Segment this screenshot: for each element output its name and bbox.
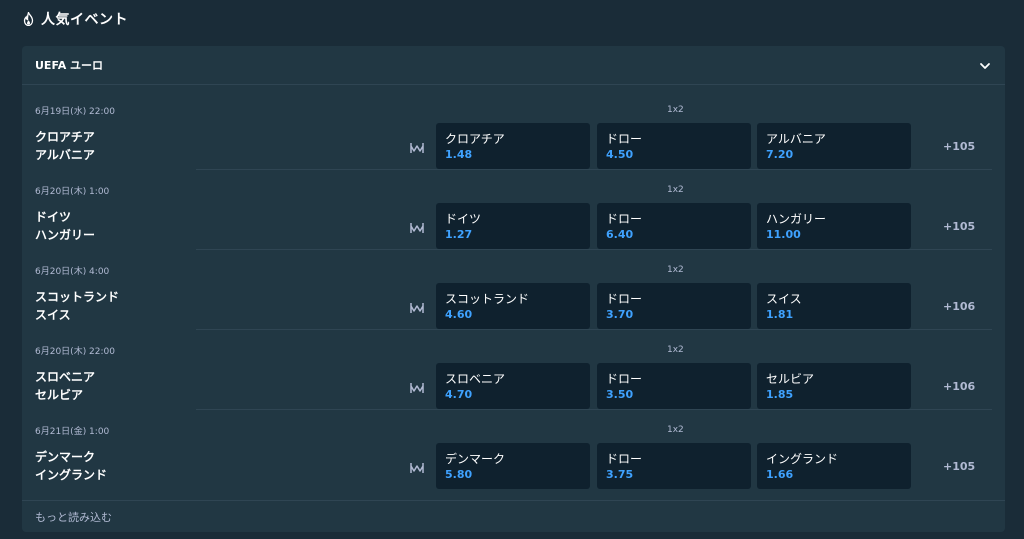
match-row: 6月20日(木) 1:00 1x2 ドイツ ハンガリー ドイツ 1.27 ドロー… xyxy=(22,169,1005,250)
more-markets-link[interactable]: +105 xyxy=(943,140,975,153)
outcome-label: ドロー xyxy=(606,452,643,466)
odds-button-home[interactable]: ドイツ 1.27 xyxy=(436,203,590,249)
away-team[interactable]: セルビア xyxy=(35,386,83,403)
outcome-label: イングランド xyxy=(766,452,839,466)
chevron-down-icon[interactable] xyxy=(978,58,992,72)
outcome-label: ドロー xyxy=(606,372,643,386)
odds-button-draw[interactable]: ドロー 6.40 xyxy=(597,203,751,249)
more-markets-link[interactable]: +105 xyxy=(943,460,975,473)
odds-button-draw[interactable]: ドロー 3.50 xyxy=(597,363,751,409)
market-type: 1x2 xyxy=(667,185,684,195)
stats-chart-icon[interactable] xyxy=(410,219,424,233)
row-divider xyxy=(196,329,992,330)
load-more-button[interactable]: もっと読み込む xyxy=(35,509,112,525)
home-team[interactable]: クロアチア xyxy=(35,128,95,145)
match-row: 6月19日(水) 22:00 1x2 クロアチア アルバニア クロアチア 1.4… xyxy=(22,90,1005,170)
panel-footer: もっと読み込む xyxy=(22,500,1005,533)
market-type: 1x2 xyxy=(667,105,684,115)
match-row: 6月21日(金) 1:00 1x2 デンマーク イングランド デンマーク 5.8… xyxy=(22,409,1005,490)
events-panel: UEFA ユーロ 6月19日(水) 22:00 1x2 クロアチア アルバニア … xyxy=(22,46,1005,532)
outcome-label: ドイツ xyxy=(445,212,482,226)
market-type: 1x2 xyxy=(667,425,684,435)
section-heading: 人気イベント xyxy=(22,8,128,30)
stats-chart-icon[interactable] xyxy=(410,299,424,313)
league-header[interactable]: UEFA ユーロ xyxy=(22,46,1005,85)
odds-button-away[interactable]: イングランド 1.66 xyxy=(757,443,911,489)
match-date: 6月19日(水) 22:00 xyxy=(35,107,115,117)
match-date: 6月20日(木) 22:00 xyxy=(35,347,115,357)
market-type: 1x2 xyxy=(667,265,684,275)
odds-price: 5.80 xyxy=(445,468,473,481)
odds-price: 3.70 xyxy=(606,308,634,321)
odds-button-away[interactable]: セルビア 1.85 xyxy=(757,363,911,409)
odds-price: 1.81 xyxy=(766,308,794,321)
market-type: 1x2 xyxy=(667,345,684,355)
outcome-label: セルビア xyxy=(766,372,815,386)
stats-chart-icon[interactable] xyxy=(410,459,424,473)
odds-price: 6.40 xyxy=(606,228,634,241)
odds-button-draw[interactable]: ドロー 4.50 xyxy=(597,123,751,169)
outcome-label: デンマーク xyxy=(445,452,506,466)
outcome-label: スコットランド xyxy=(445,292,530,306)
row-divider xyxy=(196,169,992,170)
odds-price: 4.50 xyxy=(606,148,634,161)
more-markets-link[interactable]: +105 xyxy=(943,220,975,233)
odds-button-home[interactable]: クロアチア 1.48 xyxy=(436,123,590,169)
fire-icon xyxy=(22,12,35,26)
more-markets-link[interactable]: +106 xyxy=(943,380,975,393)
match-row: 6月20日(木) 4:00 1x2 スコットランド スイス スコットランド 4.… xyxy=(22,249,1005,330)
odds-price: 1.27 xyxy=(445,228,473,241)
odds-price: 3.50 xyxy=(606,388,634,401)
outcome-label: スイス xyxy=(766,292,802,306)
odds-button-draw[interactable]: ドロー 3.75 xyxy=(597,443,751,489)
odds-button-away[interactable]: アルバニア 7.20 xyxy=(757,123,911,169)
match-row: 6月20日(木) 22:00 1x2 スロベニア セルビア スロベニア 4.70… xyxy=(22,329,1005,410)
league-name: UEFA ユーロ xyxy=(35,59,104,72)
more-markets-link[interactable]: +106 xyxy=(943,300,975,313)
match-date: 6月20日(木) 4:00 xyxy=(35,267,110,277)
away-team[interactable]: イングランド xyxy=(35,466,107,483)
row-divider xyxy=(196,409,992,410)
row-divider xyxy=(196,249,992,250)
match-date: 6月21日(金) 1:00 xyxy=(35,427,110,437)
odds-button-home[interactable]: デンマーク 5.80 xyxy=(436,443,590,489)
outcome-label: ハンガリー xyxy=(766,212,827,226)
away-team[interactable]: スイス xyxy=(35,306,71,323)
odds-button-home[interactable]: スロベニア 4.70 xyxy=(436,363,590,409)
outcome-label: アルバニア xyxy=(766,132,826,146)
odds-button-away[interactable]: ハンガリー 11.00 xyxy=(757,203,911,249)
outcome-label: ドロー xyxy=(606,132,643,146)
home-team[interactable]: スロベニア xyxy=(35,368,95,385)
outcome-label: スロベニア xyxy=(445,372,506,386)
outcome-label: ドロー xyxy=(606,212,643,226)
odds-price: 11.00 xyxy=(766,228,801,241)
odds-price: 4.70 xyxy=(445,388,473,401)
odds-price: 3.75 xyxy=(606,468,634,481)
odds-button-away[interactable]: スイス 1.81 xyxy=(757,283,911,329)
stats-chart-icon[interactable] xyxy=(410,379,424,393)
home-team[interactable]: スコットランド xyxy=(35,288,119,305)
odds-price: 4.60 xyxy=(445,308,473,321)
odds-button-home[interactable]: スコットランド 4.60 xyxy=(436,283,590,329)
home-team[interactable]: デンマーク xyxy=(35,448,95,465)
stats-chart-icon[interactable] xyxy=(410,139,424,153)
odds-price: 1.66 xyxy=(766,468,794,481)
odds-price: 1.85 xyxy=(766,388,794,401)
odds-button-draw[interactable]: ドロー 3.70 xyxy=(597,283,751,329)
away-team[interactable]: アルバニア xyxy=(35,146,95,163)
odds-price: 7.20 xyxy=(766,148,794,161)
home-team[interactable]: ドイツ xyxy=(35,208,71,225)
away-team[interactable]: ハンガリー xyxy=(35,226,95,243)
outcome-label: クロアチア xyxy=(445,132,505,146)
outcome-label: ドロー xyxy=(606,292,643,306)
odds-price: 1.48 xyxy=(445,148,473,161)
match-date: 6月20日(木) 1:00 xyxy=(35,187,110,197)
page-title: 人気イベント xyxy=(41,12,128,28)
